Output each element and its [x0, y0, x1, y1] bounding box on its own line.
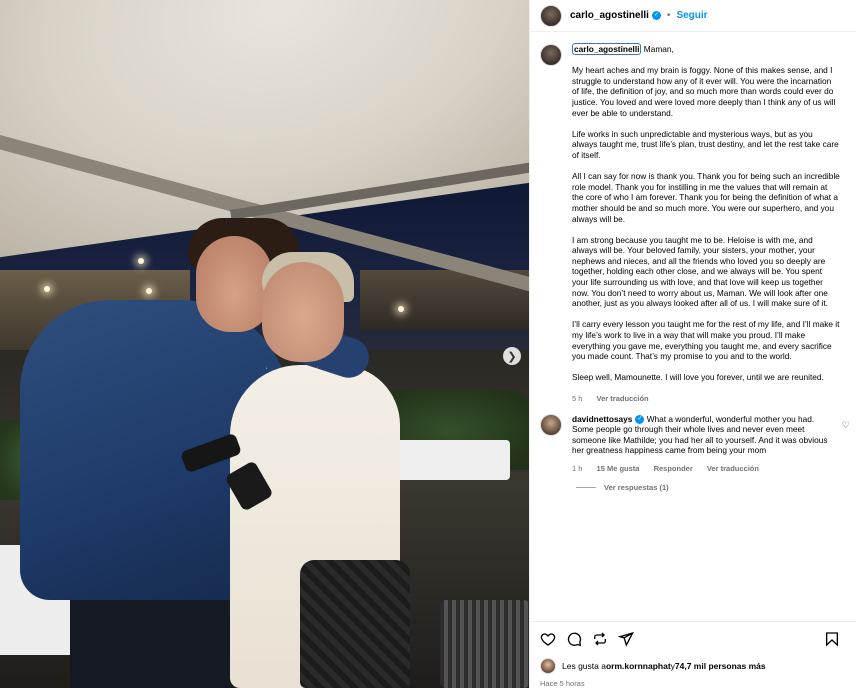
- comment: davidnettosays ✓ What a wonderful, wonder…: [540, 413, 850, 473]
- likes-summary: Les gusta a orm.kornnaphat y 74,7 mil pe…: [540, 658, 846, 674]
- caption-paragraph: My heart aches and my brain is foggy. No…: [572, 65, 836, 118]
- comment-icon[interactable]: [566, 631, 588, 651]
- view-replies[interactable]: Ver respuestas (1): [576, 483, 846, 492]
- avatar[interactable]: [540, 413, 562, 436]
- see-translation-link[interactable]: Ver traducción: [707, 464, 759, 473]
- caption-opening: Maman,: [643, 44, 674, 54]
- street-lamp: [146, 288, 152, 294]
- caption-meta: 5 h Ver traducción: [572, 394, 840, 403]
- comment-username[interactable]: davidnettosays: [572, 414, 632, 424]
- comment-meta: 1 h 15 Me gusta Responder Ver traducción: [572, 464, 834, 473]
- chair: [440, 600, 529, 688]
- comment-text: davidnettosays ✓ What a wonderful, wonder…: [572, 414, 834, 456]
- caption-time: 5 h: [572, 393, 583, 403]
- avatar[interactable]: [540, 44, 562, 66]
- comment-time: 1 h: [572, 463, 583, 473]
- repost-icon[interactable]: [592, 631, 614, 651]
- comment-likes[interactable]: 15 Me gusta: [597, 464, 640, 473]
- separator-dot: •: [666, 10, 671, 21]
- caption-paragraph: I am strong because you taught me to be.…: [572, 234, 828, 309]
- likes-prefix: Les gusta a: [562, 661, 606, 671]
- likes-count[interactable]: 74,7 mil personas más: [675, 661, 766, 671]
- chevron-right-icon: ❯: [507, 350, 517, 363]
- caption-text: carlo_agostinelli Maman, My heart aches …: [572, 43, 840, 383]
- send-icon[interactable]: [617, 631, 640, 651]
- caption-paragraph: All I can say for now is thank you. Than…: [572, 171, 840, 224]
- avatar[interactable]: [540, 4, 562, 27]
- liker-username[interactable]: orm.kornnaphat: [606, 661, 671, 671]
- street-lamp: [44, 286, 50, 292]
- pearl-necklace: [266, 366, 318, 378]
- post-sidebar: carlo_agostinelli ✓ • Seguir carlo_agost…: [529, 0, 856, 688]
- heart-icon[interactable]: [540, 631, 562, 651]
- woman-face: [262, 262, 344, 362]
- verified-icon: ✓: [651, 11, 661, 20]
- table: [390, 440, 510, 480]
- action-icons: [540, 630, 846, 652]
- action-bar: Les gusta a orm.kornnaphat y 74,7 mil pe…: [530, 621, 856, 688]
- street-lamp: [138, 258, 144, 264]
- post-header: carlo_agostinelli ✓ • Seguir: [530, 0, 856, 32]
- caption-paragraph: Sleep well, Mamounette. I will love you …: [572, 372, 824, 383]
- view-replies-label[interactable]: Ver respuestas (1): [604, 483, 669, 492]
- caption-row: carlo_agostinelli Maman, My heart aches …: [540, 43, 846, 403]
- divider: [576, 486, 596, 488]
- posted-time[interactable]: Hace 5 horas: [540, 679, 846, 688]
- man-face: [196, 236, 272, 332]
- verified-icon: ✓: [635, 414, 645, 424]
- street-lamp: [398, 306, 404, 312]
- comment-heart-icon[interactable]: ♡: [842, 420, 850, 431]
- bookmark-icon[interactable]: [824, 631, 846, 651]
- caption-paragraph: Life works in such unpredictable and mys…: [572, 128, 839, 160]
- caption-paragraph: I’ll carry every lesson you taught me fo…: [572, 319, 840, 362]
- next-photo-button[interactable]: ❯: [503, 347, 521, 365]
- instagram-post: ❯ carlo_agostinelli ✓ • Seguir carlo_ago…: [0, 0, 856, 688]
- see-translation-link[interactable]: Ver traducción: [597, 394, 649, 403]
- post-photo[interactable]: ❯: [0, 0, 529, 688]
- avatar[interactable]: [540, 658, 556, 674]
- comments-scroll[interactable]: carlo_agostinelli Maman, My heart aches …: [530, 32, 856, 621]
- header-username[interactable]: carlo_agostinelli: [570, 10, 649, 21]
- handbag: [300, 560, 410, 688]
- reply-button[interactable]: Responder: [654, 464, 693, 473]
- caption-username[interactable]: carlo_agostinelli: [572, 43, 642, 55]
- follow-button[interactable]: Seguir: [676, 10, 707, 21]
